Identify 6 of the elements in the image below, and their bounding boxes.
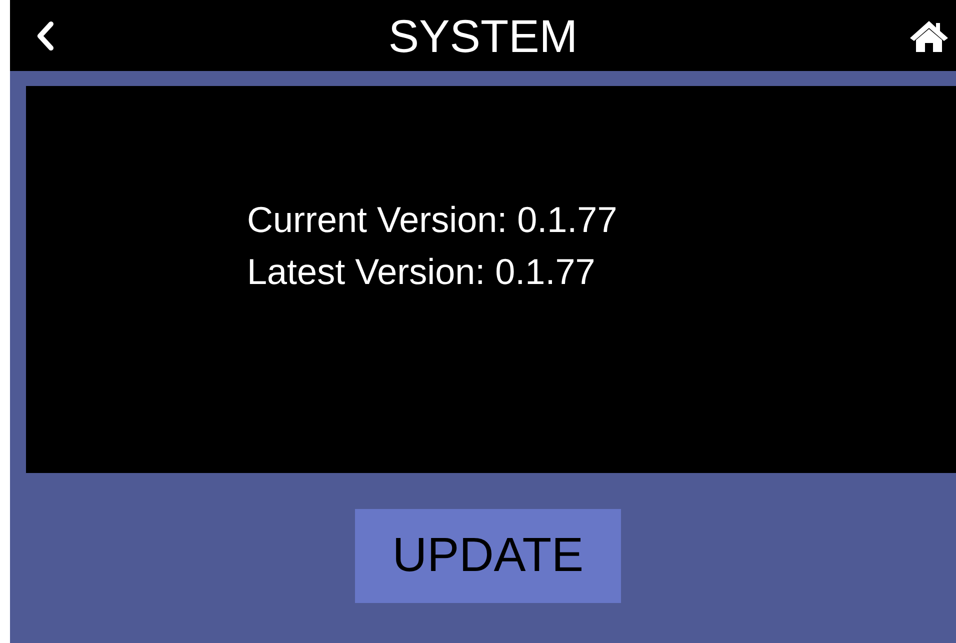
back-icon: [35, 20, 55, 50]
screen-title: SYSTEM: [388, 12, 578, 58]
version-text: Current Version: 0.1.77: [247, 198, 618, 242]
home-icon: [909, 18, 949, 52]
update-button[interactable]: UPDATE: [355, 509, 621, 603]
version-text: Latest Version: 0.1.77: [247, 250, 596, 294]
